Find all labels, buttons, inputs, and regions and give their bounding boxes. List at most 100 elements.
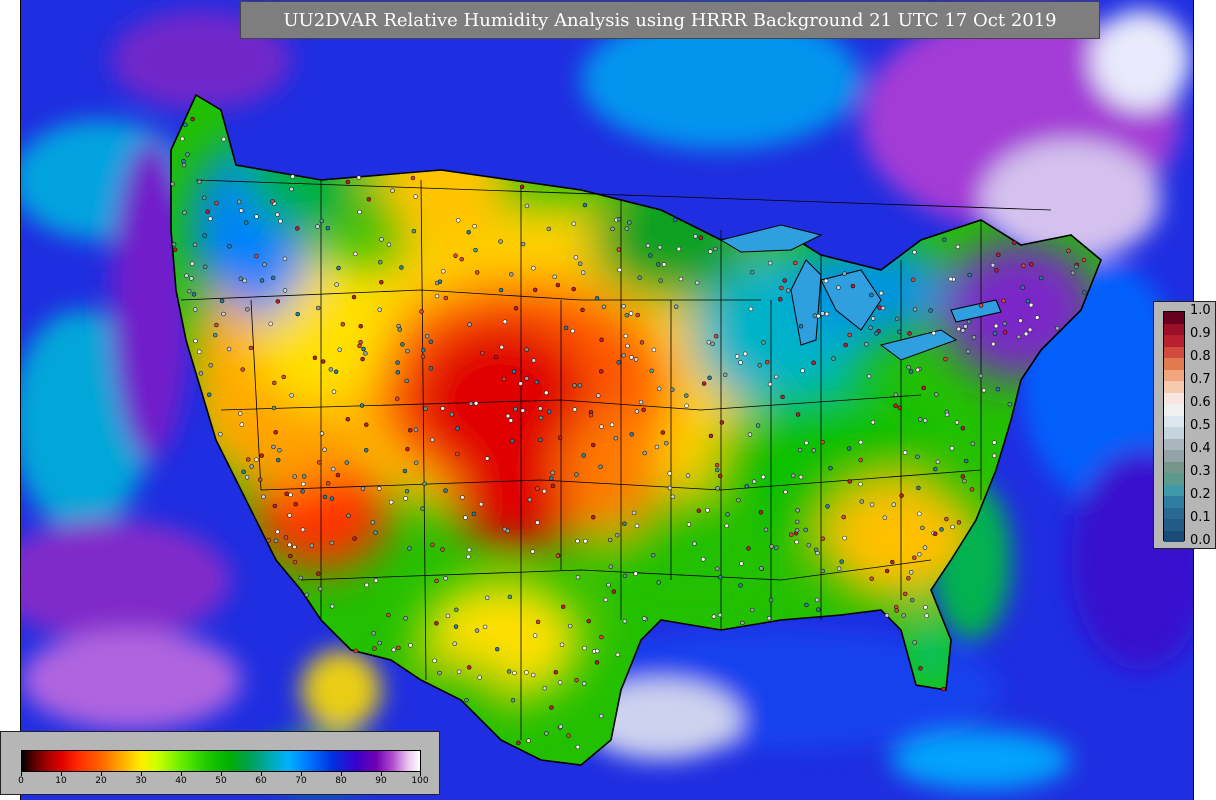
observation-tick-label: 0.4 <box>1190 441 1211 456</box>
station-marker <box>193 338 198 344</box>
station-marker <box>718 575 723 580</box>
station-marker <box>505 413 511 419</box>
station-marker <box>839 559 844 564</box>
station-marker <box>353 648 359 654</box>
station-marker <box>1025 298 1031 304</box>
station-marker <box>530 672 536 678</box>
station-marker <box>530 549 535 554</box>
station-marker <box>667 485 673 491</box>
station-marker <box>758 510 764 515</box>
humidity-tick-label: 0 <box>18 776 24 786</box>
station-marker <box>275 299 281 304</box>
station-marker <box>624 226 630 231</box>
station-marker <box>994 268 999 273</box>
station-marker <box>918 666 923 671</box>
station-marker <box>794 539 799 545</box>
station-marker <box>811 448 817 453</box>
station-marker <box>440 269 446 274</box>
station-marker <box>244 475 250 480</box>
station-marker <box>575 538 580 544</box>
station-marker <box>516 740 521 746</box>
station-marker <box>907 331 912 336</box>
station-marker <box>884 613 890 618</box>
station-marker <box>395 360 400 365</box>
station-marker <box>797 447 803 453</box>
station-marker <box>542 489 547 494</box>
station-marker <box>642 450 647 456</box>
station-marker <box>397 327 402 332</box>
station-marker <box>921 385 926 391</box>
station-marker <box>615 652 621 658</box>
station-marker <box>337 347 342 352</box>
station-marker <box>990 262 996 268</box>
station-marker <box>423 406 428 411</box>
station-marker <box>400 342 405 347</box>
station-marker <box>858 439 864 445</box>
humidity-tick-label: 30 <box>135 776 147 786</box>
station-marker <box>570 328 575 334</box>
station-marker <box>664 440 669 446</box>
station-marker <box>779 285 784 291</box>
station-marker <box>910 277 916 282</box>
station-marker <box>594 648 600 654</box>
station-marker <box>767 260 773 266</box>
station-marker <box>714 462 720 468</box>
station-marker <box>513 406 518 412</box>
station-marker <box>901 613 906 618</box>
station-marker <box>944 412 950 418</box>
station-marker <box>676 246 682 252</box>
station-marker <box>1020 285 1025 290</box>
station-marker <box>598 713 604 719</box>
observation-tick-label: 0.0 <box>1190 533 1211 548</box>
station-marker <box>544 390 549 396</box>
station-marker <box>191 292 197 297</box>
station-marker <box>637 275 642 280</box>
station-marker <box>734 354 740 359</box>
station-marker <box>672 217 678 223</box>
station-marker <box>549 476 554 481</box>
station-marker <box>455 218 461 223</box>
station-marker <box>330 466 336 472</box>
station-marker <box>965 349 971 354</box>
station-marker <box>869 502 875 507</box>
map-panel <box>20 0 1194 800</box>
station-marker <box>794 528 800 533</box>
station-marker <box>1028 302 1034 308</box>
station-marker <box>298 575 304 581</box>
station-marker <box>658 278 663 283</box>
station-marker <box>373 530 378 535</box>
station-marker <box>404 488 410 494</box>
station-marker <box>377 640 382 646</box>
station-marker <box>598 464 603 470</box>
station-marker <box>249 464 254 469</box>
station-marker <box>567 623 573 629</box>
station-marker <box>607 537 613 543</box>
station-marker <box>309 543 315 548</box>
station-marker <box>312 355 318 361</box>
station-marker <box>558 724 563 729</box>
station-marker <box>378 259 383 265</box>
station-marker <box>916 485 921 491</box>
station-marker <box>484 595 490 601</box>
station-marker <box>706 339 712 345</box>
station-marker <box>420 354 426 359</box>
station-marker <box>511 369 517 374</box>
station-marker <box>262 262 267 267</box>
station-marker <box>606 582 611 588</box>
observation-colorbar-swatch <box>1164 358 1184 370</box>
station-marker <box>245 307 250 312</box>
station-marker <box>538 437 543 443</box>
observation-colorbar-swatch <box>1164 450 1184 462</box>
station-marker <box>329 540 335 546</box>
station-marker <box>542 685 547 691</box>
station-marker <box>520 408 526 413</box>
station-marker <box>453 253 458 258</box>
station-marker <box>891 502 897 507</box>
humidity-tick-label: 60 <box>255 776 267 786</box>
station-marker <box>924 613 929 618</box>
station-marker <box>413 194 418 199</box>
station-marker <box>864 342 869 347</box>
station-marker <box>955 244 961 250</box>
station-marker <box>746 546 751 551</box>
station-marker <box>842 271 847 276</box>
